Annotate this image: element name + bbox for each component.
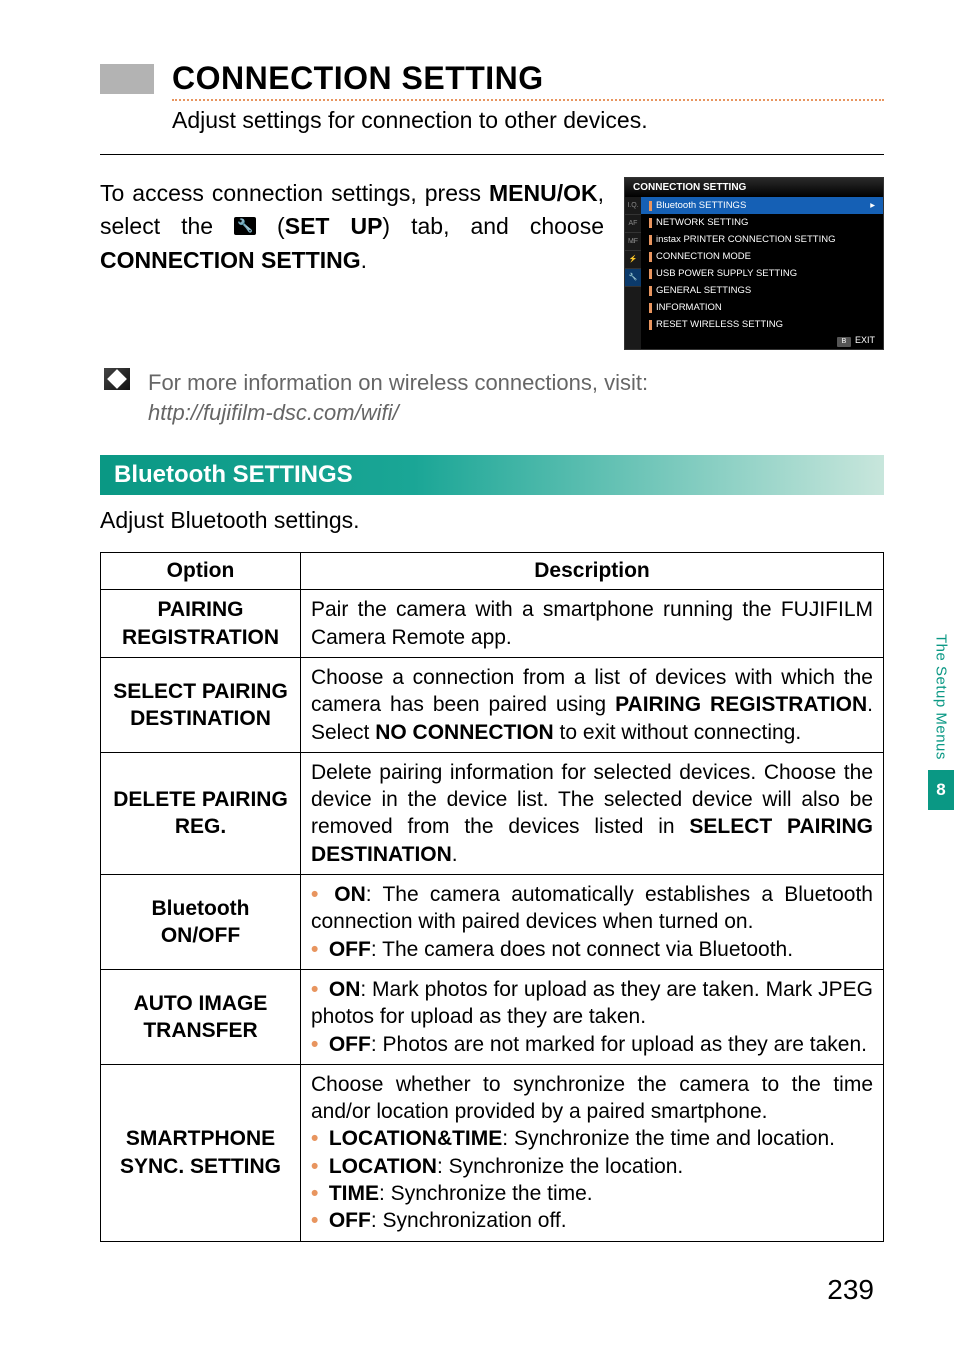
option-cell: AUTO IMAGE TRANSFER [101, 969, 301, 1064]
desc-cell: Pair the camera with a smartphone runnin… [301, 590, 884, 658]
title-decor [100, 64, 154, 94]
dotted-rule [172, 99, 884, 101]
menu-tab-setup: 🔧 [625, 269, 641, 287]
option-cell: PAIRING REGISTRATION [101, 590, 301, 658]
menu-item: instax PRINTER CONNECTION SETTING [641, 231, 883, 248]
th-desc: Description [301, 553, 884, 590]
page-subtitle: Adjust settings for connection to other … [172, 107, 884, 134]
desc-cell: Choose a connection from a list of devic… [301, 657, 884, 752]
desc-cell: • ON: The camera automatically establish… [301, 875, 884, 970]
option-cell: Bluetooth ON/OFF [101, 875, 301, 970]
settings-table: Option Description PAIRING REGISTRATIONP… [100, 552, 884, 1241]
desc-cell: • ON: Mark photos for upload as they are… [301, 969, 884, 1064]
menu-item-bluetooth: Bluetooth SETTINGS▸ [641, 197, 883, 214]
section-desc: Adjust Bluetooth settings. [100, 507, 884, 534]
menu-tabs: I.Q. AF MF ⌂ ⚡ 🔧 [625, 197, 641, 349]
table-row: SMARTPHONE SYNC. SETTINGChoose whether t… [101, 1064, 884, 1241]
table-row: Bluetooth ON/OFF• ON: The camera automat… [101, 875, 884, 970]
desc-cell: Choose whether to synchronize the camera… [301, 1064, 884, 1241]
side-tab: The Setup Menus 8 [928, 630, 954, 810]
menu-item: RESET WIRELESS SETTING [641, 316, 883, 333]
page-number: 239 [827, 1274, 874, 1306]
note-block: For more information on wireless connect… [100, 368, 884, 427]
side-label: The Setup Menus [929, 630, 954, 764]
tip-icon [104, 368, 132, 392]
side-badge: 8 [928, 770, 954, 810]
page-title: CONNECTION SETTING [172, 60, 884, 97]
option-cell: SELECT PAIRING DESTINATION [101, 657, 301, 752]
intro-text: To access connection settings, press MEN… [100, 177, 604, 277]
menu-screenshot: CONNECTION SETTING I.Q. AF MF ⌂ ⚡ 🔧 Blue… [624, 177, 884, 350]
horizontal-rule [100, 154, 884, 155]
menu-item: GENERAL SETTINGS [641, 282, 883, 299]
option-cell: SMARTPHONE SYNC. SETTING [101, 1064, 301, 1241]
wrench-icon: 🔧 [234, 217, 256, 235]
menu-item: INFORMATION [641, 299, 883, 316]
menu-list: Bluetooth SETTINGS▸ NETWORK SETTING inst… [641, 197, 883, 349]
table-row: DELETE PAIRING REG.Delete pairing inform… [101, 752, 884, 874]
page-title-row: CONNECTION SETTING Adjust settings for c… [100, 60, 884, 146]
section-heading: Bluetooth SETTINGS [100, 455, 884, 495]
note-line1: For more information on wireless connect… [148, 370, 648, 395]
menu-item: USB POWER SUPPLY SETTING [641, 265, 883, 282]
table-row: SELECT PAIRING DESTINATIONChoose a conne… [101, 657, 884, 752]
menu-item: NETWORK SETTING [641, 214, 883, 231]
menu-footer: BEXIT [641, 333, 883, 349]
menu-tab: I.Q. [625, 197, 641, 215]
menu-tab: ⚡ [625, 251, 641, 269]
table-row: AUTO IMAGE TRANSFER• ON: Mark photos for… [101, 969, 884, 1064]
menu-tab: ⌂ [625, 233, 641, 251]
note-url: http://fujifilm-dsc.com/wifi/ [148, 400, 399, 425]
menu-item: CONNECTION MODE [641, 248, 883, 265]
chevron-right-icon: ▸ [870, 200, 875, 211]
table-row: PAIRING REGISTRATIONPair the camera with… [101, 590, 884, 658]
option-cell: DELETE PAIRING REG. [101, 752, 301, 874]
th-option: Option [101, 553, 301, 590]
menu-tab: AF MF [625, 215, 641, 233]
desc-cell: Delete pairing information for selected … [301, 752, 884, 874]
back-icon: B [837, 337, 851, 347]
menu-header: CONNECTION SETTING [625, 178, 883, 197]
